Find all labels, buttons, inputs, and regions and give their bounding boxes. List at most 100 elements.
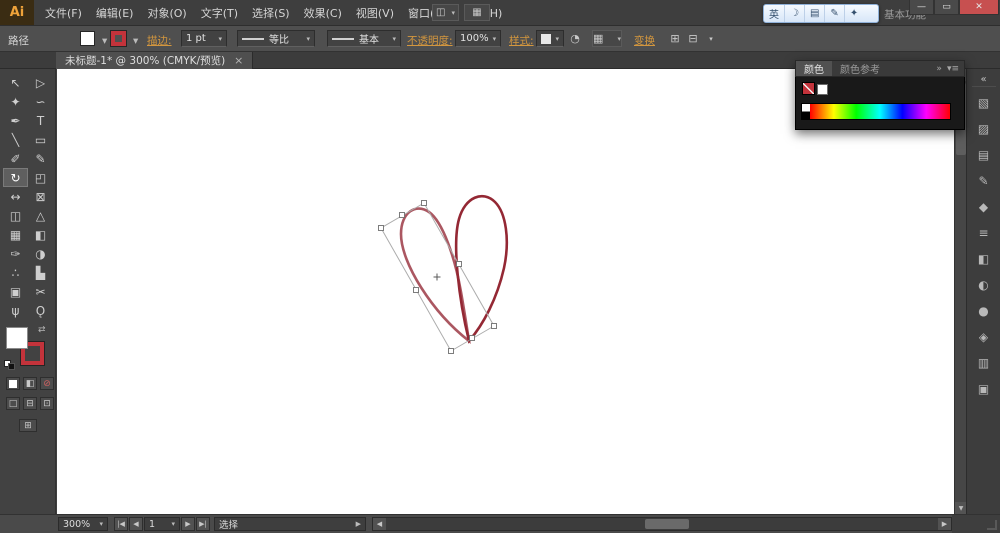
fill-color-swatch[interactable]	[80, 31, 95, 46]
selection-handle[interactable]	[469, 335, 475, 341]
gradient-button[interactable]: ◧	[23, 377, 37, 390]
gradient-tool[interactable]: ◧	[28, 225, 53, 244]
menu-view[interactable]: 视图(V)	[349, 5, 401, 21]
selection-handle[interactable]	[378, 225, 384, 231]
menu-type[interactable]: 文字(T)	[194, 5, 245, 21]
fill-caret-icon[interactable]: ▾	[98, 35, 107, 47]
pen-tool[interactable]: ✒	[3, 111, 28, 130]
distribute-icon[interactable]: ⊟	[684, 30, 702, 47]
last-artboard-icon[interactable]: ▶|	[196, 517, 210, 531]
transparency-panel-icon[interactable]: ◐	[972, 275, 996, 295]
horizontal-scrollbar[interactable]: ◀ ▶	[372, 517, 952, 531]
symbol-sprayer-tool[interactable]: ∴	[3, 263, 28, 282]
status-flyout-icon[interactable]: ▶	[352, 520, 361, 528]
color-guide-panel-icon[interactable]: ▨	[972, 119, 996, 139]
panel-menu-icon[interactable]: ▾≡	[947, 64, 959, 74]
width-tool[interactable]: ↔	[3, 187, 28, 206]
black-white-picker[interactable]	[802, 104, 810, 119]
more-options-caret-icon[interactable]: ▾	[702, 30, 720, 47]
vertical-scrollbar[interactable]: ▲ ▼	[954, 69, 967, 514]
rainbow-spectrum[interactable]	[810, 104, 950, 119]
rotation-center-mark[interactable]	[433, 273, 441, 281]
pencil-tool[interactable]: ✎	[28, 149, 53, 168]
menu-select[interactable]: 选择(S)	[245, 5, 297, 21]
draw-inside-button[interactable]: ⊡	[40, 397, 54, 410]
close-button[interactable]: ✕	[959, 0, 999, 15]
current-stroke-swatch[interactable]	[802, 82, 815, 95]
selection-handle[interactable]	[421, 200, 427, 206]
keyboard-icon[interactable]: ▤	[805, 5, 826, 22]
color-spectrum-bar[interactable]	[801, 103, 951, 120]
fill-color-indicator[interactable]	[6, 327, 28, 349]
menu-effect[interactable]: 效果(C)	[297, 5, 349, 21]
stroke-panel-icon[interactable]: ≡	[972, 223, 996, 243]
line-segment-tool[interactable]: ╲	[3, 130, 28, 149]
pen-icon[interactable]: ✎	[825, 5, 845, 22]
resize-grip[interactable]	[987, 520, 997, 530]
stroke-weight-combo[interactable]: 1 pt ▾	[181, 30, 227, 47]
style-panel-link[interactable]: 样式:	[509, 33, 534, 48]
minimize-button[interactable]: —	[909, 0, 934, 15]
first-artboard-icon[interactable]: |◀	[114, 517, 128, 531]
heart-right-lobe-path[interactable]	[454, 195, 509, 344]
symbols-panel-icon[interactable]: ◆	[972, 197, 996, 217]
swatches-panel-icon[interactable]: ▤	[972, 145, 996, 165]
artboard-number-combo[interactable]: 1 ▾	[144, 517, 180, 531]
swap-fill-stroke-icon[interactable]: ⇄	[38, 325, 46, 335]
hand-tool[interactable]: ψ	[3, 301, 28, 320]
draw-behind-button[interactable]: ⊟	[23, 397, 37, 410]
toolbox-icon[interactable]: ✦	[845, 5, 863, 22]
color-panel-icon[interactable]: ▧	[972, 93, 996, 113]
color-button[interactable]	[6, 377, 20, 390]
perspective-grid-tool[interactable]: △	[28, 206, 53, 225]
free-transform-tool[interactable]: ⊠	[28, 187, 53, 206]
selection-handle[interactable]	[491, 323, 497, 329]
document-tab[interactable]: 未标题-1* @ 300% (CMYK/预览) ×	[56, 52, 254, 69]
direct-selection-tool[interactable]: ▷	[28, 73, 53, 92]
selection-handle[interactable]	[413, 287, 419, 293]
menu-object[interactable]: 对象(O)	[140, 5, 193, 21]
expand-panels-icon[interactable]: «	[971, 73, 996, 87]
tab-color-guide[interactable]: 颜色参考	[832, 61, 888, 76]
draw-normal-button[interactable]: □	[6, 397, 20, 410]
document-layout-icon[interactable]: ▦	[464, 4, 490, 21]
lasso-tool[interactable]: ∽	[28, 92, 53, 111]
stroke-caret-icon[interactable]: ▾	[129, 35, 138, 47]
zoom-level-combo[interactable]: 300% ▾	[58, 517, 108, 531]
restore-button[interactable]: ▭	[934, 0, 959, 15]
default-fill-stroke-icon[interactable]	[4, 360, 17, 370]
zoom-tool[interactable]: Ǫ	[28, 301, 53, 320]
selection-handle[interactable]	[448, 348, 454, 354]
current-fill-swatch[interactable]	[817, 84, 828, 95]
rotate-tool[interactable]: ↻	[3, 168, 28, 187]
align-icon[interactable]: ⊞	[666, 30, 684, 47]
mesh-tool[interactable]: ▦	[3, 225, 28, 244]
selection-handle[interactable]	[456, 261, 462, 267]
previous-artboard-icon[interactable]: ◀	[129, 517, 143, 531]
stroke-color-swatch[interactable]	[110, 30, 127, 47]
artboard-canvas[interactable]	[57, 69, 954, 514]
menu-file[interactable]: 文件(F)	[38, 5, 89, 21]
artboards-panel-icon[interactable]: ▣	[972, 379, 996, 399]
blend-tool[interactable]: ◑	[28, 244, 53, 263]
layers-panel-icon[interactable]: ▥	[972, 353, 996, 373]
eyedropper-tool[interactable]: ✑	[3, 244, 28, 263]
appearance-panel-icon[interactable]: ●	[972, 301, 996, 321]
gradient-panel-icon[interactable]: ◧	[972, 249, 996, 269]
scroll-right-icon[interactable]: ▶	[938, 518, 951, 530]
recolor-artwork-icon[interactable]: ◔	[566, 30, 584, 47]
artboard-tool[interactable]: ▣	[3, 282, 28, 301]
paintbrush-tool[interactable]: ✐	[3, 149, 28, 168]
selection-handle[interactable]	[399, 212, 405, 218]
ime-language-toggle[interactable]: 英	[764, 5, 785, 22]
moon-icon[interactable]: ☽	[785, 5, 805, 22]
scale-tool[interactable]: ◰	[28, 168, 53, 187]
scroll-left-icon[interactable]: ◀	[373, 518, 386, 530]
horizontal-scroll-thumb[interactable]	[644, 519, 689, 529]
style-swatch-combo[interactable]: ▾	[536, 30, 564, 47]
shape-builder-tool[interactable]: ◫	[3, 206, 28, 225]
column-graph-tool[interactable]: ▙	[28, 263, 53, 282]
type-tool[interactable]: T	[28, 111, 53, 130]
select-similar-icon[interactable]: ▦ ▾	[592, 30, 622, 47]
brushes-panel-icon[interactable]: ✎	[972, 171, 996, 191]
